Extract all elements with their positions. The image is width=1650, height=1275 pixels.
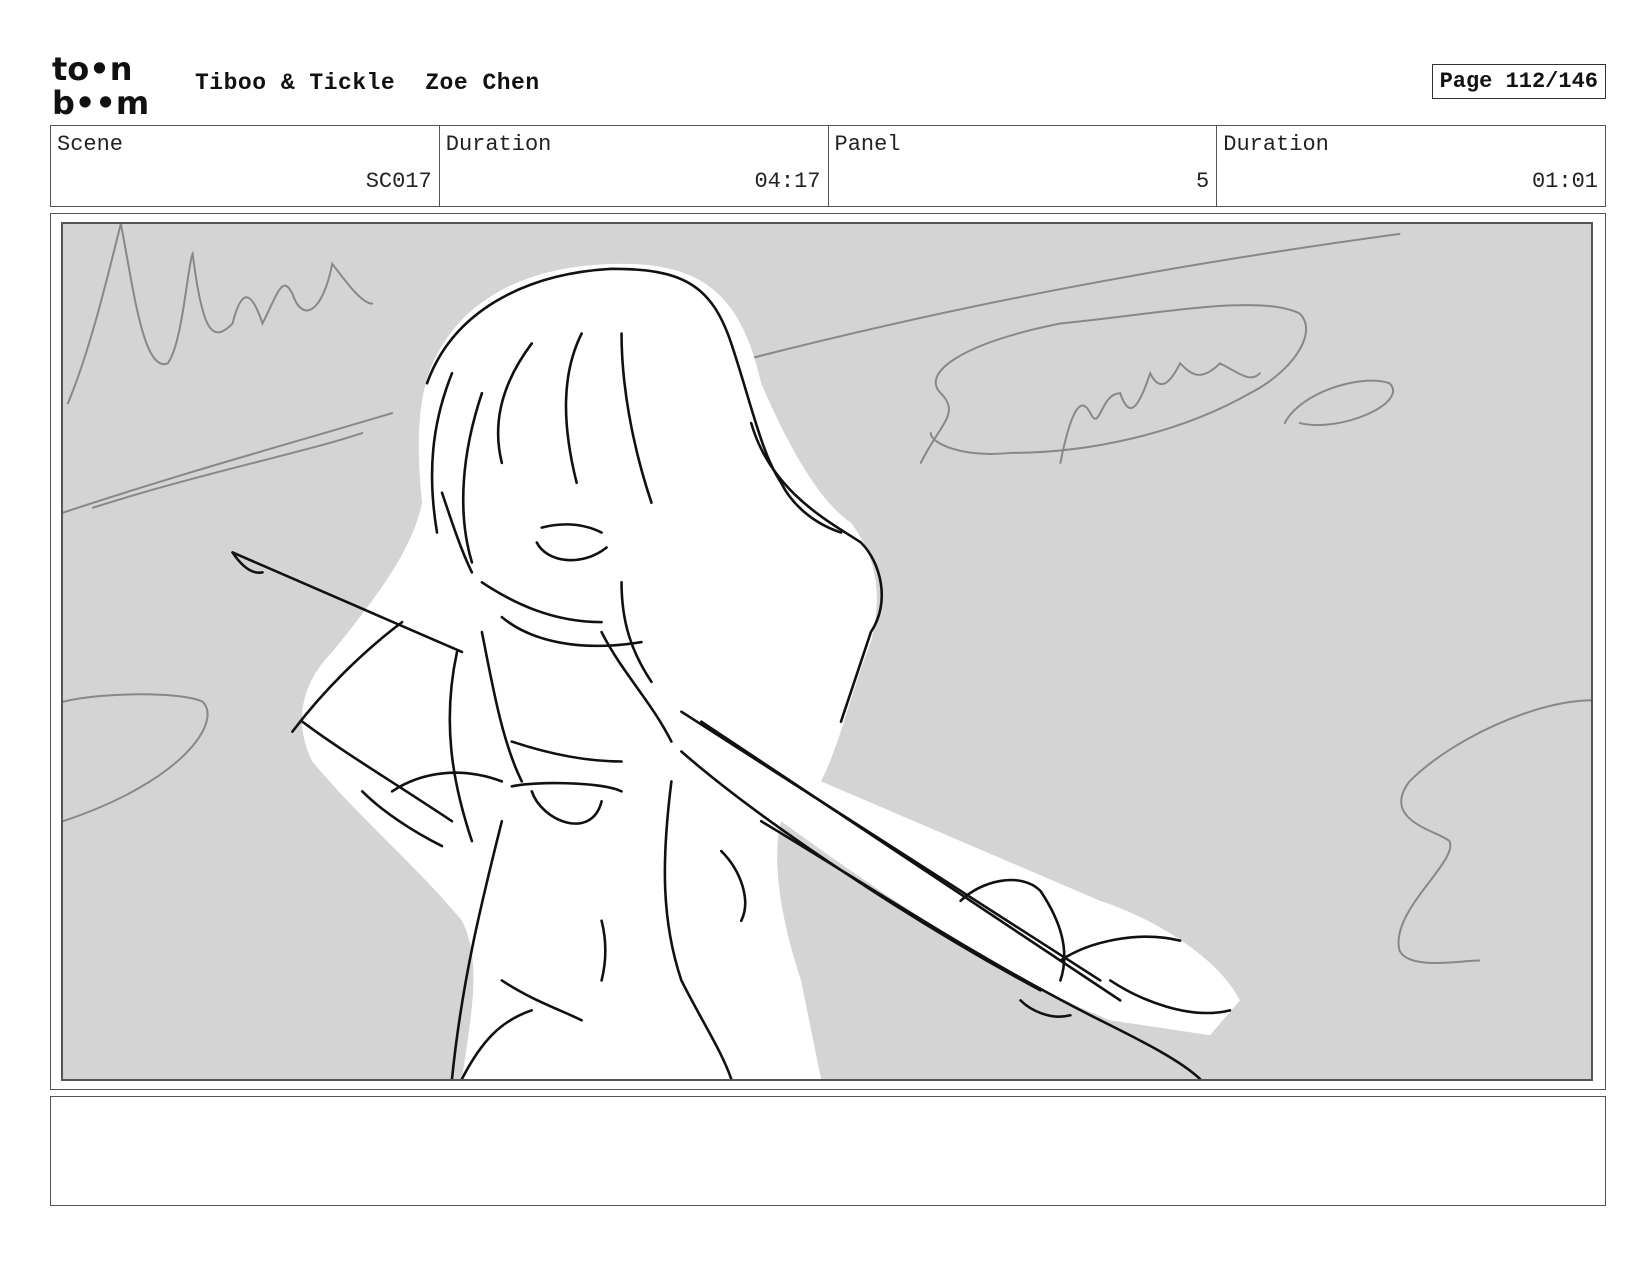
scene-cell: Scene SC017 bbox=[51, 126, 440, 206]
character-fill bbox=[301, 263, 1240, 1079]
panel-cell: Panel 5 bbox=[829, 126, 1218, 206]
character-sketch bbox=[63, 224, 1591, 1079]
project-title: Tiboo & Tickle bbox=[195, 70, 396, 96]
artist-name: Zoe Chen bbox=[425, 70, 540, 96]
scene-value: SC017 bbox=[365, 169, 432, 194]
logo-text-top: to•n bbox=[52, 52, 133, 88]
toonboom-logo: to•n b••m bbox=[52, 50, 170, 122]
panel-duration-label: Duration bbox=[1223, 132, 1329, 157]
storyboard-panel-frame bbox=[50, 213, 1606, 1090]
panel-value: 5 bbox=[1196, 169, 1210, 194]
scene-info-table: Scene SC017 Duration 04:17 Panel 5 Durat… bbox=[50, 125, 1606, 207]
logo-text-bottom: b••m bbox=[52, 84, 149, 118]
panel-duration-cell: Duration 01:01 bbox=[1217, 126, 1605, 206]
storyboard-panel-drawing bbox=[61, 222, 1593, 1081]
scene-duration-value: 04:17 bbox=[754, 169, 821, 194]
panel-label: Panel bbox=[834, 132, 901, 157]
scene-duration-cell: Duration 04:17 bbox=[440, 126, 829, 206]
page-indicator: Page 112/146 bbox=[1431, 64, 1606, 99]
scene-label: Scene bbox=[57, 132, 124, 157]
document-title-bar: Tiboo & Tickle Zoe Chen bbox=[195, 70, 540, 96]
scene-duration-label: Duration bbox=[445, 132, 552, 157]
panel-duration-value: 01:01 bbox=[1531, 169, 1598, 194]
panel-notes-box bbox=[50, 1096, 1606, 1206]
